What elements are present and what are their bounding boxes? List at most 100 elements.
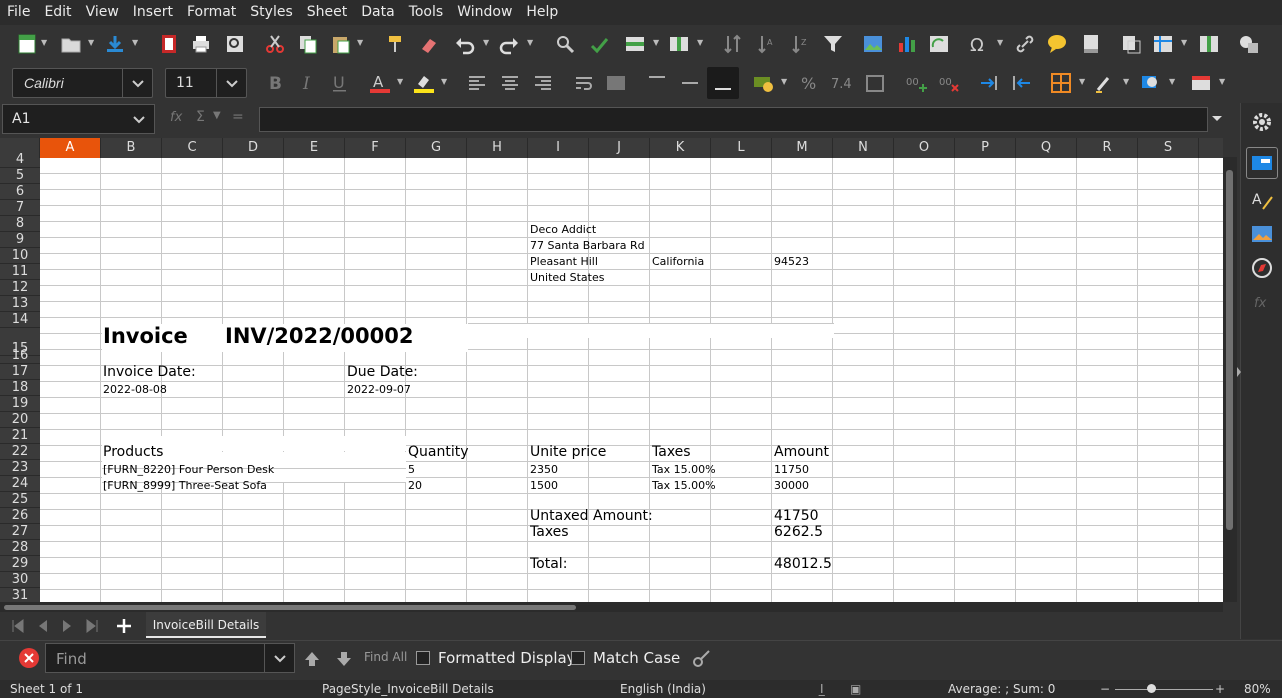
row-header-19[interactable]: 19 bbox=[0, 396, 40, 412]
cell-zip[interactable]: 94523 bbox=[774, 255, 809, 268]
currency-format-icon[interactable] bbox=[752, 72, 774, 94]
vertical-scroll-thumb[interactable] bbox=[1226, 170, 1233, 530]
spreadsheet-grid[interactable]: ABCDEFGHIJKLMNOPQRS 4 5 6 7 8 9 10 11 12 13 14 15 16… bbox=[0, 138, 1223, 602]
redo-dropdown-icon[interactable]: ▼ bbox=[527, 35, 535, 51]
open-dropdown-icon[interactable]: ▼ bbox=[88, 35, 96, 51]
font-name-dropdown-icon[interactable] bbox=[122, 69, 152, 97]
formula-input[interactable] bbox=[259, 107, 1208, 132]
highlight-dropdown-icon[interactable]: ▼ bbox=[441, 74, 449, 90]
cut-icon[interactable] bbox=[264, 33, 286, 55]
sum-dropdown-icon[interactable]: ▼ bbox=[213, 110, 221, 121]
spelling-icon[interactable] bbox=[588, 33, 610, 55]
find-input[interactable]: Find bbox=[45, 643, 295, 673]
insert-chart-icon[interactable] bbox=[896, 33, 918, 55]
paste-dropdown-icon[interactable]: ▼ bbox=[357, 35, 365, 51]
column-header-s[interactable]: S bbox=[1138, 138, 1199, 158]
column-header-d[interactable]: D bbox=[223, 138, 284, 158]
close-find-bar-icon[interactable] bbox=[18, 647, 40, 669]
vertical-scrollbar[interactable] bbox=[1223, 157, 1237, 602]
borders-dropdown-icon[interactable]: ▼ bbox=[1079, 74, 1087, 90]
sidebar-properties-button[interactable] bbox=[1246, 147, 1278, 179]
row-header-30[interactable]: 30 bbox=[0, 572, 40, 588]
merge-center-icon[interactable] bbox=[605, 72, 627, 94]
header-quantity[interactable]: Quantity bbox=[408, 444, 469, 460]
cell-street[interactable]: 77 Santa Barbara Rd bbox=[530, 239, 645, 252]
menu-window[interactable]: Window bbox=[450, 0, 519, 25]
column-header-l[interactable]: L bbox=[711, 138, 772, 158]
cell-area[interactable]: Deco Addict 77 Santa Barbara Rd Pleasant… bbox=[40, 158, 1223, 602]
cell-invoice-number[interactable]: INV/2022/00002 bbox=[225, 324, 414, 348]
copy-icon[interactable] bbox=[297, 33, 319, 55]
column-header-i[interactable]: I bbox=[528, 138, 589, 158]
header-products[interactable]: Products bbox=[103, 444, 163, 460]
row-header-9[interactable]: 9 bbox=[0, 232, 40, 248]
decrease-indent-icon[interactable] bbox=[1011, 72, 1033, 94]
line1-product[interactable]: [FURN_8220] Four Person Desk bbox=[103, 463, 274, 476]
split-window-icon[interactable] bbox=[1198, 33, 1220, 55]
menu-data[interactable]: Data bbox=[354, 0, 401, 25]
find-all-button[interactable]: Find All bbox=[364, 650, 407, 664]
comment-icon[interactable] bbox=[1046, 33, 1068, 55]
freeze-rows-columns-icon[interactable] bbox=[1152, 33, 1174, 55]
row-header-22[interactable]: 22 bbox=[0, 444, 40, 460]
row-header-12[interactable]: 12 bbox=[0, 280, 40, 296]
sort-ascending-icon[interactable]: A bbox=[756, 33, 778, 55]
find-next-icon[interactable] bbox=[334, 649, 354, 669]
status-page-style[interactable]: PageStyle_InvoiceBill Details bbox=[322, 682, 494, 696]
zoom-slider-thumb[interactable] bbox=[1147, 684, 1156, 693]
font-color-icon[interactable]: A bbox=[368, 72, 390, 94]
clone-formatting-icon[interactable] bbox=[384, 33, 406, 55]
cell-invoice-label[interactable]: Invoice bbox=[103, 324, 188, 348]
name-box[interactable]: A1 bbox=[2, 104, 155, 134]
cell-untaxed-label[interactable]: Untaxed Amount: bbox=[530, 508, 653, 524]
wrap-text-icon[interactable] bbox=[573, 72, 595, 94]
print-icon[interactable] bbox=[190, 33, 212, 55]
zoom-out-icon[interactable]: − bbox=[1100, 682, 1110, 696]
line2-price[interactable]: 1500 bbox=[530, 479, 558, 492]
status-selection-mode-icon[interactable]: I̲ bbox=[820, 682, 824, 696]
cell-total-value[interactable]: 48012.5 bbox=[774, 556, 832, 572]
font-name-box[interactable]: Calibri bbox=[12, 68, 153, 98]
freeze-dropdown-icon[interactable]: ▼ bbox=[1181, 35, 1189, 51]
find-replace-dialog-icon[interactable] bbox=[690, 648, 712, 670]
row-header-14[interactable]: 14 bbox=[0, 312, 40, 328]
column-dropdown-icon[interactable]: ▼ bbox=[697, 35, 705, 51]
row-header-8[interactable]: 8 bbox=[0, 216, 40, 232]
expand-formula-bar-icon[interactable] bbox=[1210, 112, 1224, 126]
sidebar-navigator-icon[interactable] bbox=[1249, 255, 1275, 281]
row-header-25[interactable]: 25 bbox=[0, 492, 40, 508]
row-header-10[interactable]: 10 bbox=[0, 248, 40, 264]
row-header-7[interactable]: 7 bbox=[0, 200, 40, 216]
next-sheet-icon[interactable] bbox=[59, 618, 75, 634]
function-wizard-icon[interactable]: fx bbox=[170, 110, 182, 125]
align-center-icon[interactable] bbox=[499, 72, 521, 94]
first-sheet-icon[interactable] bbox=[10, 618, 26, 634]
column-header-c[interactable]: C bbox=[162, 138, 223, 158]
row-header-4[interactable]: 4 bbox=[0, 152, 40, 168]
new-dropdown-icon[interactable]: ▼ bbox=[41, 35, 49, 51]
sum-icon[interactable]: Σ bbox=[196, 109, 205, 125]
row-header-31[interactable]: 31 bbox=[0, 588, 40, 602]
hyperlink-icon[interactable] bbox=[1014, 33, 1036, 55]
border-style-dropdown-icon[interactable]: ▼ bbox=[1123, 74, 1131, 90]
align-right-icon[interactable] bbox=[532, 72, 554, 94]
pivot-table-icon[interactable] bbox=[928, 33, 950, 55]
font-color-dropdown-icon[interactable]: ▼ bbox=[397, 74, 405, 90]
column-header-m[interactable]: M bbox=[772, 138, 833, 158]
border-color-dropdown-icon[interactable]: ▼ bbox=[1169, 74, 1177, 90]
undo-dropdown-icon[interactable]: ▼ bbox=[483, 35, 491, 51]
horizontal-scroll-thumb[interactable] bbox=[4, 605, 576, 610]
font-size-dropdown-icon[interactable] bbox=[216, 69, 246, 97]
menu-tools[interactable]: Tools bbox=[402, 0, 451, 25]
column-header-r[interactable]: R bbox=[1077, 138, 1138, 158]
row-header-6[interactable]: 6 bbox=[0, 184, 40, 200]
add-sheet-icon[interactable] bbox=[115, 617, 133, 635]
save-icon[interactable] bbox=[104, 33, 126, 55]
column-header-g[interactable]: G bbox=[406, 138, 467, 158]
row-header-28[interactable]: 28 bbox=[0, 540, 40, 556]
column-header-n[interactable]: N bbox=[833, 138, 894, 158]
sort-icon[interactable] bbox=[722, 33, 744, 55]
cell-untaxed-value[interactable]: 41750 bbox=[774, 508, 819, 524]
column-header-o[interactable]: O bbox=[894, 138, 955, 158]
line1-tax[interactable]: Tax 15.00% bbox=[652, 463, 716, 476]
